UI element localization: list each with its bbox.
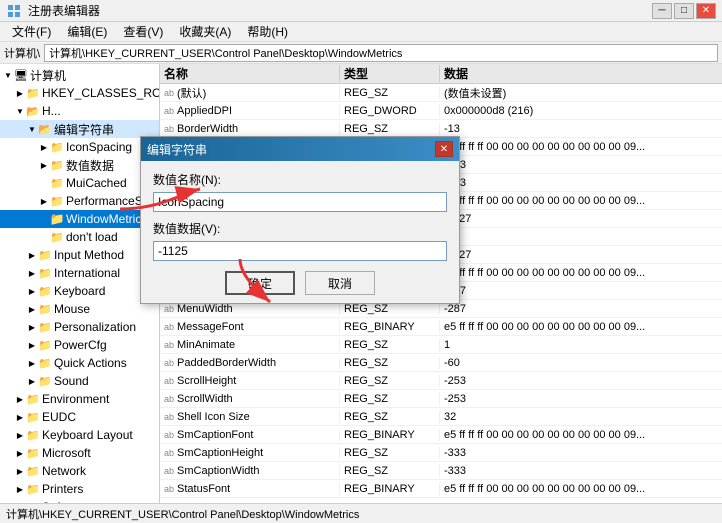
- status-bar: 计算机\HKEY_CURRENT_USER\Control Panel\Desk…: [0, 503, 722, 523]
- main-layout: ▼ 🖥 计算机 ▶ 📁 HKEY_CLASSES_ROOT ▼ 📂 H... ▼…: [0, 64, 722, 503]
- menu-bar: 文件(F) 编辑(E) 查看(V) 收藏夹(A) 帮助(H): [0, 22, 722, 42]
- menu-help[interactable]: 帮助(H): [239, 21, 296, 42]
- dialog-title-bar: 编辑字符串 ✕: [141, 137, 459, 161]
- toolbar: 计算机\ 计算机\HKEY_CURRENT_USER\Control Panel…: [0, 42, 722, 64]
- status-text: 计算机\HKEY_CURRENT_USER\Control Panel\Desk…: [6, 506, 359, 522]
- app-icon: [6, 3, 22, 19]
- data-label: 数值数据(V):: [153, 220, 447, 237]
- name-input-row: [153, 192, 447, 212]
- menu-edit[interactable]: 编辑(E): [59, 21, 115, 42]
- dialog-body: 数值名称(N): 数值数据(V): 确定 取消: [141, 161, 459, 303]
- dialog-overlay: 编辑字符串 ✕ 数值名称(N): 数值数据(V): 确定 取消: [0, 64, 722, 503]
- path-label: 计算机\: [4, 45, 40, 61]
- data-input[interactable]: [153, 241, 447, 261]
- menu-view[interactable]: 查看(V): [115, 21, 171, 42]
- menu-favorites[interactable]: 收藏夹(A): [171, 21, 239, 42]
- maximize-button[interactable]: □: [674, 3, 694, 19]
- name-input[interactable]: [153, 192, 447, 212]
- dialog-title: 编辑字符串: [147, 141, 207, 158]
- ok-button[interactable]: 确定: [225, 271, 295, 295]
- name-label: 数值名称(N):: [153, 171, 447, 188]
- minimize-button[interactable]: ─: [652, 3, 672, 19]
- menu-file[interactable]: 文件(F): [4, 21, 59, 42]
- window-title: 注册表编辑器: [28, 2, 646, 19]
- window-controls: ─ □ ✕: [652, 3, 716, 19]
- address-text: 计算机\HKEY_CURRENT_USER\Control Panel\Desk…: [49, 45, 402, 61]
- cancel-button[interactable]: 取消: [305, 271, 375, 295]
- close-button[interactable]: ✕: [696, 3, 716, 19]
- address-bar[interactable]: 计算机\HKEY_CURRENT_USER\Control Panel\Desk…: [44, 44, 718, 62]
- dialog-close-button[interactable]: ✕: [435, 141, 453, 157]
- edit-string-dialog: 编辑字符串 ✕ 数值名称(N): 数值数据(V): 确定 取消: [140, 136, 460, 304]
- title-bar: 注册表编辑器 ─ □ ✕: [0, 0, 722, 22]
- dialog-buttons: 确定 取消: [153, 271, 447, 295]
